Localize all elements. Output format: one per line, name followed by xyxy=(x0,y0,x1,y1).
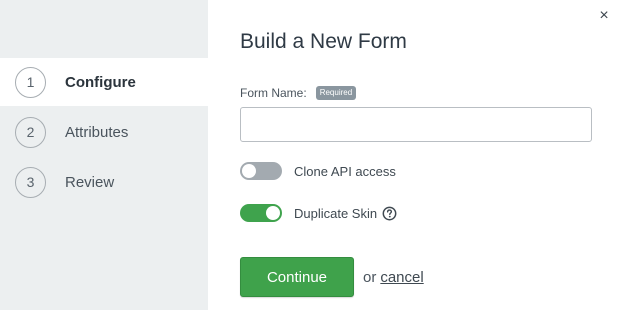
steps-sidebar: 1 Configure 2 Attributes 3 Review xyxy=(0,0,208,310)
step-review[interactable]: 3 Review xyxy=(0,158,208,206)
step-label: Attributes xyxy=(65,123,129,141)
close-icon[interactable]: × xyxy=(596,7,612,24)
form-name-input[interactable] xyxy=(240,107,592,142)
cancel-link[interactable]: cancel xyxy=(380,269,423,286)
build-form-dialog: 1 Configure 2 Attributes 3 Review × Buil… xyxy=(0,0,622,310)
clone-api-label: Clone API access xyxy=(294,163,396,179)
step-configure[interactable]: 1 Configure xyxy=(0,58,208,106)
clone-api-toggle[interactable] xyxy=(240,162,282,180)
duplicate-skin-toggle[interactable] xyxy=(240,204,282,222)
duplicate-skin-row: Duplicate Skin xyxy=(240,204,397,222)
question-circle-icon[interactable] xyxy=(382,206,397,221)
form-actions: Continue or cancel xyxy=(240,257,424,297)
toggle-knob xyxy=(266,206,280,220)
required-badge: Required xyxy=(315,86,357,100)
clone-api-row: Clone API access xyxy=(240,162,396,180)
continue-button[interactable]: Continue xyxy=(240,257,354,297)
form-name-label-row: Form Name: Required xyxy=(240,86,357,100)
duplicate-skin-label: Duplicate Skin xyxy=(294,205,378,221)
step-number-circle: 2 xyxy=(15,116,46,148)
step-label: Review xyxy=(65,173,115,191)
toggle-knob xyxy=(242,164,256,178)
step-number-circle: 1 xyxy=(15,66,46,98)
step-attributes[interactable]: 2 Attributes xyxy=(0,108,208,156)
step-label: Configure xyxy=(65,73,136,91)
or-text: or xyxy=(363,268,377,286)
form-name-label: Form Name: xyxy=(240,86,307,100)
page-title: Build a New Form xyxy=(240,30,407,53)
step-number-circle: 3 xyxy=(15,166,46,198)
